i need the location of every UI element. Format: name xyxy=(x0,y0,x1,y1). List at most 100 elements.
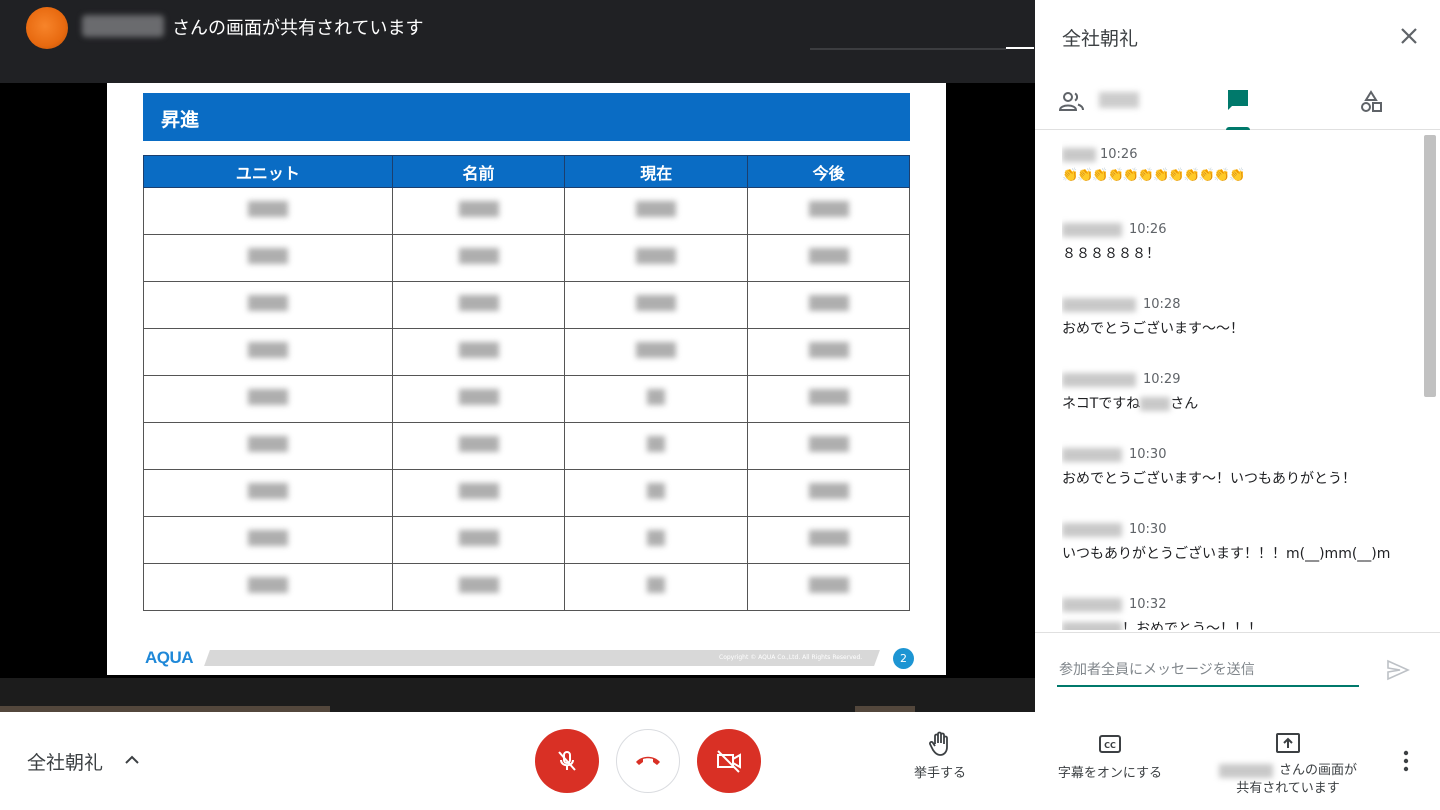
table-cell-redacted xyxy=(143,281,393,329)
table-row xyxy=(143,516,910,564)
sender-name-redacted xyxy=(1062,598,1122,612)
table-cell-redacted xyxy=(564,375,749,423)
hand-icon xyxy=(929,731,948,756)
table-cell-redacted xyxy=(747,422,910,470)
camera-toggle-button[interactable] xyxy=(697,729,761,793)
chat-icon xyxy=(1228,90,1248,110)
message-text-body: ！おめでとう〜！！！ xyxy=(1122,621,1262,630)
table-row xyxy=(143,469,910,517)
table-cell-redacted xyxy=(564,563,749,611)
message-time: 10:28 xyxy=(1143,297,1181,312)
microphone-toggle-button[interactable] xyxy=(535,729,599,793)
table-cell-redacted xyxy=(564,281,749,329)
chat-messages: 10:26 👏👏👏👏👏👏👏👏👏👏👏👏 10:26 ８８８８８８！ 10:28 お… xyxy=(1062,140,1412,630)
presenting-label-line1: さんの画面が xyxy=(1278,763,1357,778)
promotion-table: ユニット 名前 現在 今後 xyxy=(143,155,910,611)
slide-page-number: 2 xyxy=(893,648,914,669)
raise-hand-label: 挙手する xyxy=(913,766,966,781)
table-cell-redacted xyxy=(747,234,910,282)
column-header-name: 名前 xyxy=(391,155,566,188)
tab-chat[interactable] xyxy=(1211,78,1265,130)
table-cell-redacted xyxy=(391,281,566,329)
tab-activities[interactable] xyxy=(1353,78,1393,130)
message-text: いつもありがとうございます！！！m(__)mm(__)m xyxy=(1062,546,1391,562)
sender-name-redacted xyxy=(1062,223,1122,237)
message-text: ８８８８８８！ xyxy=(1062,246,1160,262)
presenting-label-line2: 共有されています xyxy=(1236,781,1340,796)
table-cell-redacted xyxy=(391,422,566,470)
aqua-logo: AQUA xyxy=(145,648,194,667)
chat-message-input[interactable] xyxy=(1057,655,1359,687)
message-time: 10:30 xyxy=(1129,447,1167,462)
table-row xyxy=(143,375,910,423)
hang-up-icon xyxy=(636,756,660,765)
table-row xyxy=(143,563,910,611)
table-cell-redacted xyxy=(564,187,749,235)
message-time: 10:26 xyxy=(1100,147,1138,162)
message-text: ネコTですね さん xyxy=(1062,393,1198,413)
presenting-status-text: さんの画面が共有されています xyxy=(172,18,424,39)
table-row xyxy=(143,328,910,376)
mic-off-icon xyxy=(558,751,576,771)
presentation-slide: 昇進 ユニット 名前 現在 今後 AQUA Copyright © AQUA C… xyxy=(107,83,946,675)
table-cell-redacted xyxy=(391,469,566,517)
table-cell-redacted xyxy=(143,516,393,564)
chat-message: 10:30 いつもありがとうございます！！！m(__)mm(__)m xyxy=(1062,515,1412,590)
table-row xyxy=(143,234,910,282)
closed-captions-icon: CC xyxy=(1099,735,1121,753)
table-cell-redacted xyxy=(391,234,566,282)
top-divider xyxy=(810,48,1006,50)
leave-call-button[interactable] xyxy=(616,729,680,793)
svg-text:CC: CC xyxy=(1104,741,1116,750)
table-cell-redacted xyxy=(747,281,910,329)
table-cell-redacted xyxy=(143,234,393,282)
table-cell-redacted xyxy=(747,563,910,611)
presenting-label: さんの画面が共有されています xyxy=(1208,762,1368,798)
table-cell-redacted xyxy=(143,422,393,470)
column-header-current: 現在 xyxy=(564,155,749,188)
table-header-row: ユニット 名前 現在 今後 xyxy=(143,155,910,188)
message-text: 👏👏👏👏👏👏👏👏👏👏👏👏 xyxy=(1062,168,1245,183)
tab-people[interactable] xyxy=(1057,78,1177,130)
mention-redacted xyxy=(1140,397,1171,411)
top-divider-highlight xyxy=(1006,47,1034,49)
sender-name-redacted xyxy=(1062,448,1122,462)
presenter-avatar xyxy=(26,7,68,49)
participant-count-redacted xyxy=(1099,92,1139,108)
table-cell-redacted xyxy=(143,375,393,423)
presenter-bar: さんの画面が共有されています xyxy=(0,0,1035,83)
more-options-button[interactable] xyxy=(1396,748,1416,774)
slide-copyright: Copyright © AQUA Co.,Ltd. All Rights Res… xyxy=(719,654,863,661)
meeting-details-toggle[interactable] xyxy=(122,750,142,770)
close-panel-button[interactable] xyxy=(1397,24,1421,48)
chat-message: 10:30 おめでとうございます〜！いつもありがとう！ xyxy=(1062,440,1412,515)
message-time: 10:32 xyxy=(1129,597,1167,612)
captions-button[interactable]: CC 字幕をオンにする xyxy=(1040,730,1180,781)
message-text: おめでとうございます〜！いつもありがとう！ xyxy=(1062,471,1356,487)
active-tab-indicator xyxy=(1226,127,1250,130)
table-cell-redacted xyxy=(564,516,749,564)
raise-hand-button[interactable]: 挙手する xyxy=(900,730,980,781)
table-cell-redacted xyxy=(564,328,749,376)
column-header-unit: ユニット xyxy=(143,155,393,188)
chat-scrollbar[interactable] xyxy=(1424,135,1436,397)
mention-redacted xyxy=(1062,622,1122,630)
message-text: ！おめでとう〜！！！ xyxy=(1062,618,1262,630)
chevron-up-icon xyxy=(125,755,139,764)
table-row xyxy=(143,422,910,470)
more-vertical-icon xyxy=(1403,750,1409,772)
chat-message: 10:29 ネコTですね さん xyxy=(1062,365,1412,440)
meeting-name: 全社朝礼 xyxy=(27,752,104,774)
table-cell-redacted xyxy=(564,469,749,517)
table-cell-redacted xyxy=(391,328,566,376)
presenting-button[interactable]: さんの画面が共有されています xyxy=(1208,730,1368,798)
slide-header: 昇進 xyxy=(143,93,910,141)
panel-tabs xyxy=(1035,78,1440,130)
table-cell-redacted xyxy=(747,375,910,423)
send-button[interactable] xyxy=(1385,657,1411,683)
table-cell-redacted xyxy=(391,187,566,235)
table-row xyxy=(143,187,910,235)
sender-name-redacted xyxy=(1062,373,1136,387)
chat-message: 10:26 👏👏👏👏👏👏👏👏👏👏👏👏 xyxy=(1062,140,1412,215)
chat-message: 10:26 ８８８８８８！ xyxy=(1062,215,1412,290)
